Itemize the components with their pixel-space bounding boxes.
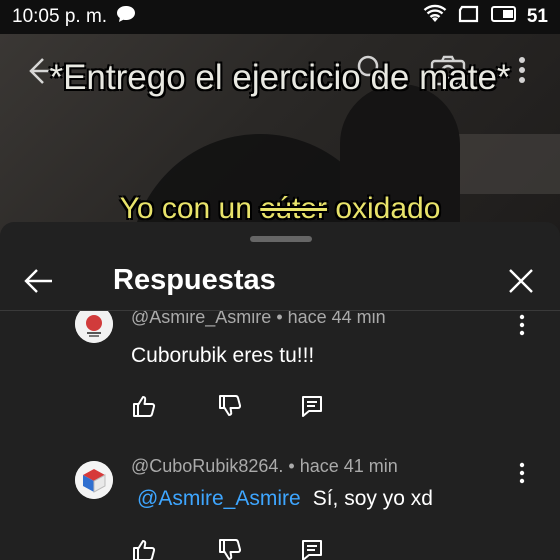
reply-actions [131, 537, 331, 560]
thumb-down-icon[interactable] [217, 537, 243, 560]
sheet-header: Respuestas [0, 252, 560, 311]
status-time: 10:05 p. m. [12, 6, 108, 27]
reply-author[interactable]: @Asmire_Asmire [131, 311, 271, 327]
reply-time: hace 41 min [299, 456, 398, 476]
message-notification-icon [115, 4, 137, 30]
reply-text: @Asmire_Asmire Sí, soy yo xd [137, 487, 433, 511]
status-bar: 10:05 p. m. 51 [0, 0, 560, 34]
back-button[interactable] [20, 262, 58, 300]
thumb-up-icon[interactable] [131, 537, 157, 560]
sheet-title: Respuestas [113, 264, 276, 296]
thumb-down-icon[interactable] [217, 393, 243, 419]
reply-text-content: Cuborubik eres tu!!! [131, 344, 315, 367]
reply-meta: @CuboRubik8264. • hace 41 min [131, 456, 398, 477]
wifi-icon [423, 4, 447, 30]
caption-bottom-strike: cúter [260, 192, 327, 225]
more-vert-icon[interactable] [514, 313, 530, 337]
avatar[interactable] [75, 461, 113, 499]
avatar[interactable] [75, 311, 113, 343]
meta-separator: • [288, 456, 300, 476]
thumb-up-icon[interactable] [131, 393, 157, 419]
close-button[interactable] [502, 262, 540, 300]
reply-text-content: Sí, soy yo xd [312, 487, 433, 510]
video-player[interactable]: *Entrego el ejercicio de mate* Yo con un… [0, 34, 560, 244]
reply-time: hace 44 min [287, 311, 386, 327]
reply-author[interactable]: @CuboRubik8264. [131, 456, 283, 476]
reply-icon[interactable] [299, 537, 325, 560]
arrow-left-icon [20, 269, 58, 304]
replies-sheet: Respuestas @Asmire_Asmire • hace 44 min … [0, 222, 560, 560]
drag-handle[interactable] [250, 236, 312, 242]
reply-actions [131, 393, 331, 419]
battery-percent: 51 [526, 6, 548, 27]
battery-icon [490, 5, 517, 29]
caption-bottom-post: oxidado [335, 192, 441, 225]
reply-text: Cuborubik eres tu!!! [131, 344, 314, 368]
cast-rotate-icon [457, 4, 481, 30]
close-icon [502, 269, 540, 304]
caption-bottom-pre: Yo con un [119, 192, 252, 225]
more-vert-icon[interactable] [514, 461, 530, 485]
reply-mention[interactable]: @Asmire_Asmire [137, 487, 301, 510]
video-caption-top: *Entrego el ejercicio de mate* [49, 58, 511, 97]
reply-meta: @Asmire_Asmire • hace 44 min [131, 311, 386, 328]
video-caption-bottom: Yo con un cúter oxidado [0, 192, 560, 226]
replies-list: @Asmire_Asmire • hace 44 min Cuborubik e… [0, 311, 560, 560]
meta-separator: • [276, 311, 288, 327]
reply-icon[interactable] [299, 393, 325, 419]
